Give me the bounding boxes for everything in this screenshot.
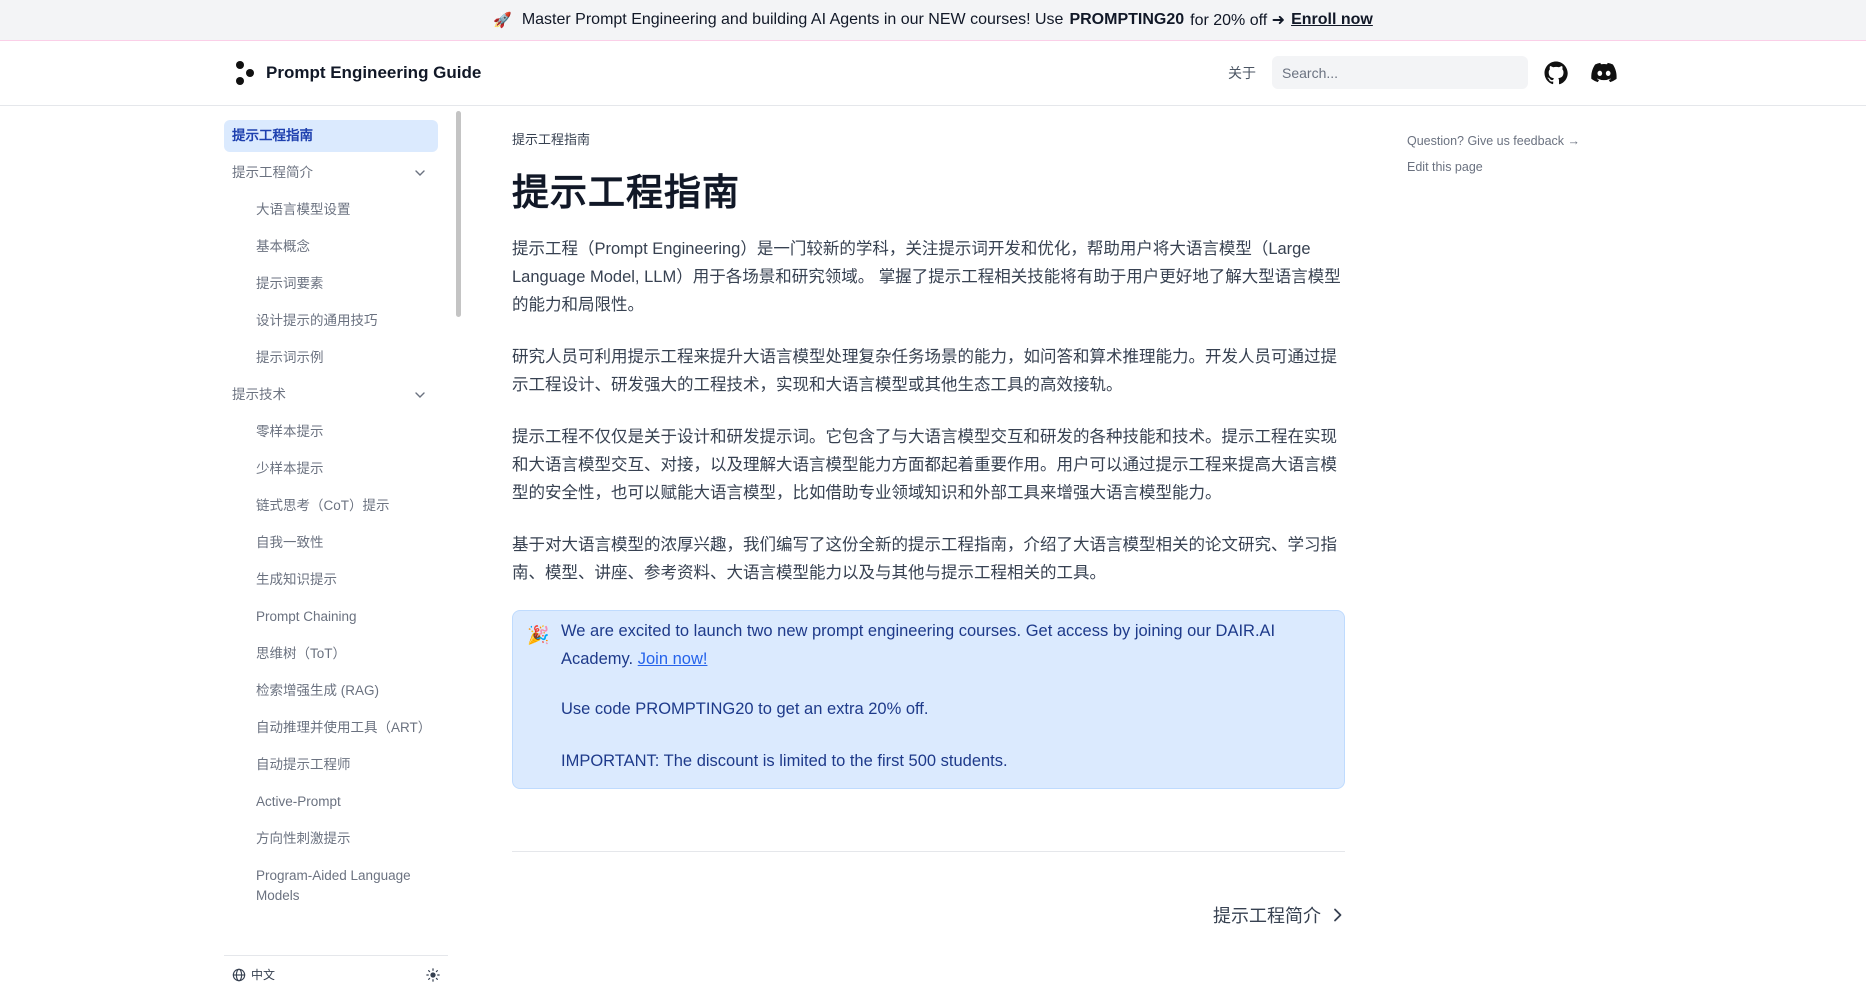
sidebar-item-label: 自我一致性: [256, 535, 324, 550]
discord-icon[interactable]: [1591, 62, 1617, 84]
sidebar-item-label: Prompt Chaining: [256, 609, 357, 624]
sidebar-item-label: 方向性刺激提示: [256, 831, 351, 846]
sidebar-item[interactable]: 提示技术: [224, 379, 438, 411]
banner-text-after: for 20% off ➜: [1190, 12, 1286, 29]
sidebar-item-label: 基本概念: [256, 239, 310, 254]
sidebar-item[interactable]: 少样本提示: [224, 453, 438, 485]
chevron-right-icon: [1334, 908, 1342, 922]
sidebar-item[interactable]: 大语言模型设置: [224, 194, 438, 226]
sidebar-item[interactable]: 零样本提示: [224, 416, 438, 448]
sidebar-item[interactable]: 提示工程简介: [224, 157, 438, 189]
callout-line-2: Use code PROMPTING20 to get an extra 20%…: [561, 700, 929, 718]
sidebar-nav: 提示工程指南 提示工程简介大语言模型设置 基本概念提示词要素设计提示的通用技巧 提示词…: [224, 120, 438, 917]
sidebar-item-label: 提示工程简介: [232, 165, 313, 180]
content-divider: [512, 851, 1345, 852]
search-input[interactable]: [1272, 56, 1528, 89]
next-page-label: 提示工程简介: [1213, 906, 1321, 926]
language-label: 中文: [251, 968, 276, 982]
sidebar-item[interactable]: 检索增强生成 (RAG): [224, 675, 438, 707]
sidebar-item-label: 思维树（ToT）: [256, 646, 347, 661]
page-title: 提示工程指南: [512, 172, 740, 213]
site-title: Prompt Engineering Guide: [266, 63, 482, 82]
sidebar-item[interactable]: 生成知识提示: [224, 564, 438, 596]
paragraph-2: 研究人员可利用提示工程来提升大语言模型处理复杂任务场景的能力，如问答和算术推理能…: [512, 348, 1337, 394]
language-switcher[interactable]: 中文: [232, 966, 275, 983]
party-popper-icon: 🎉: [527, 625, 550, 645]
github-icon[interactable]: [1544, 61, 1568, 85]
sidebar-item[interactable]: 链式思考（CoT）提示: [224, 490, 438, 522]
sidebar-item[interactable]: 提示词示例: [224, 342, 438, 374]
callout-line-1: We are excited to launch two new prompt …: [561, 622, 1276, 668]
theme-toggle-sun-icon[interactable]: [426, 967, 440, 982]
sidebar: 提示工程指南 提示工程简介大语言模型设置 基本概念提示词要素设计提示的通用技巧 提示词…: [224, 107, 461, 993]
sidebar-item-label: 零样本提示: [256, 424, 324, 439]
sidebar-item-label: 自动提示工程师: [256, 757, 351, 772]
sidebar-item-label: 提示技术: [232, 387, 286, 402]
sidebar-item[interactable]: 方向性刺激提示: [224, 823, 438, 855]
banner-text: Master Prompt Engineering and building A…: [521, 11, 1064, 28]
sidebar-item[interactable]: 提示词要素: [224, 268, 438, 300]
chevron-down-icon[interactable]: [414, 389, 426, 401]
sidebar-item-label: 提示词示例: [256, 350, 324, 365]
sidebar-footer: 中文: [224, 955, 448, 993]
rocket-icon: 🚀: [493, 12, 512, 29]
join-now-link[interactable]: Join now!: [638, 650, 708, 668]
sidebar-item[interactable]: 基本概念: [224, 231, 438, 263]
navbar: Prompt Engineering Guide 关于: [0, 41, 1866, 106]
announcement-callout: 🎉 We are excited to launch two new promp…: [512, 610, 1345, 789]
sidebar-item-label: 链式思考（CoT）提示: [256, 498, 390, 513]
chevron-down-icon[interactable]: [414, 167, 426, 179]
globe-icon: [232, 968, 246, 981]
edit-page-link[interactable]: Edit this page: [1407, 154, 1580, 180]
sidebar-item-label: 少样本提示: [256, 461, 324, 476]
feedback-link[interactable]: Question? Give us feedback →: [1407, 128, 1580, 154]
sidebar-item-label: 大语言模型设置: [256, 202, 351, 217]
logo-dots-icon: [232, 59, 256, 87]
sidebar-item-label: Program-Aided Language Models: [256, 868, 411, 903]
sidebar-scrollbar[interactable]: [456, 111, 461, 317]
sidebar-item-label: Active-Prompt: [256, 794, 341, 809]
next-page-link[interactable]: 提示工程简介: [1213, 902, 1345, 928]
logo[interactable]: Prompt Engineering Guide: [232, 59, 481, 87]
sidebar-item[interactable]: 自我一致性: [224, 527, 438, 559]
sidebar-item[interactable]: Prompt Chaining: [224, 601, 438, 633]
sidebar-item[interactable]: Program-Aided Language Models: [224, 860, 438, 912]
enroll-link[interactable]: Enroll now: [1291, 11, 1373, 29]
breadcrumb[interactable]: 提示工程指南: [512, 129, 590, 148]
toc-panel: Question? Give us feedback → Edit this p…: [1407, 128, 1580, 180]
sidebar-item-label: 检索增强生成 (RAG): [256, 683, 379, 698]
sidebar-item-label: 自动推理并使用工具（ART）: [256, 720, 432, 735]
banner-code: PROMPTING20: [1069, 11, 1185, 28]
promo-banner: 🚀 Master Prompt Engineering and building…: [0, 0, 1866, 41]
paragraph-4: 基于对大语言模型的浓厚兴趣，我们编写了这份全新的提示工程指南，介绍了大语言模型相…: [512, 536, 1337, 582]
sidebar-item-label: 设计提示的通用技巧: [256, 313, 378, 328]
sidebar-item[interactable]: 设计提示的通用技巧: [224, 305, 438, 337]
paragraph-3: 提示工程不仅仅是关于设计和研发提示词。它包含了与大语言模型交互和研发的各种技能和…: [512, 428, 1337, 502]
sidebar-item-label: 提示词要素: [256, 276, 324, 291]
sidebar-item[interactable]: 思维树（ToT）: [224, 638, 438, 670]
callout-line-3: IMPORTANT: The discount is limited to th…: [561, 752, 1008, 770]
sidebar-item[interactable]: 提示工程指南: [224, 120, 438, 152]
sidebar-item[interactable]: 自动推理并使用工具（ART）: [224, 712, 438, 744]
sidebar-item[interactable]: Active-Prompt: [224, 786, 438, 818]
sidebar-item[interactable]: 自动提示工程师: [224, 749, 438, 781]
sidebar-item-label: 提示工程指南: [232, 128, 313, 143]
paragraph-1: 提示工程（Prompt Engineering）是一门较新的学科，关注提示词开发…: [512, 240, 1341, 314]
nav-about-link[interactable]: 关于: [1228, 63, 1256, 83]
sidebar-item-label: 生成知识提示: [256, 572, 337, 587]
